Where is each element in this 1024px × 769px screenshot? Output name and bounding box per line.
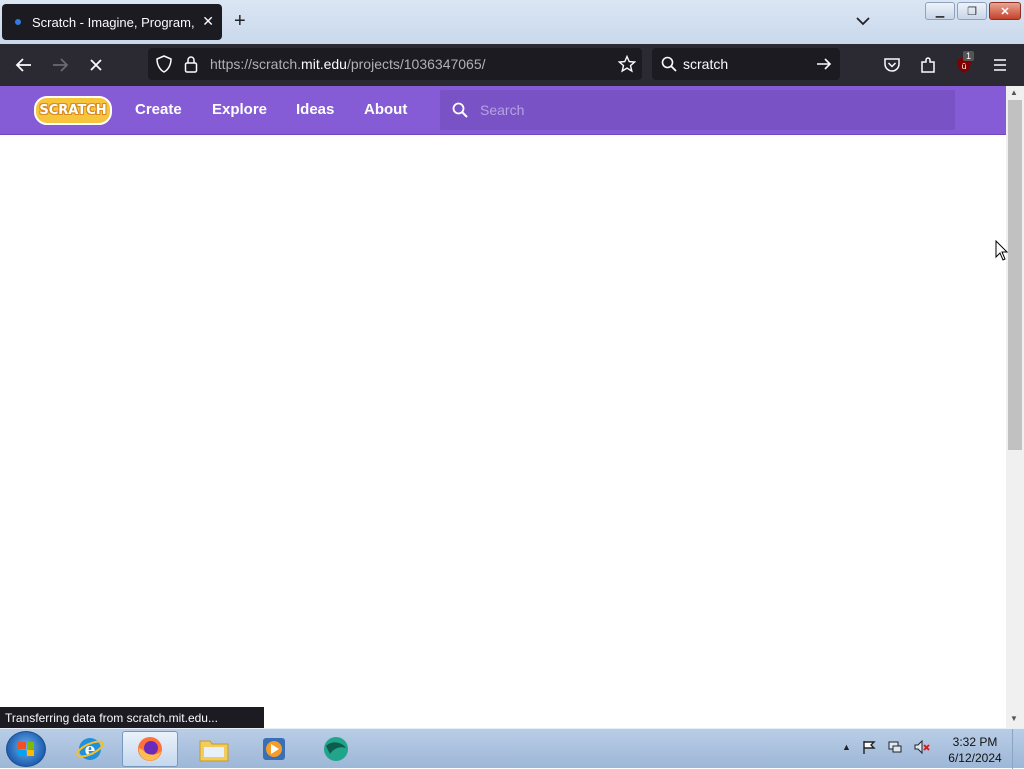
url-bar[interactable]: https://scratch.mit.edu/projects/1036347…	[148, 48, 642, 80]
firefox-icon	[138, 737, 162, 761]
back-arrow-icon	[15, 58, 31, 72]
puzzle-icon	[921, 57, 935, 73]
volume-muted-icon[interactable]	[913, 739, 931, 755]
nav-link-create[interactable]: Create	[135, 101, 182, 118]
taskbar-file-explorer[interactable]	[186, 731, 242, 767]
nav-link-ideas[interactable]: Ideas	[296, 101, 334, 118]
taskbar-clock[interactable]: 3:32 PM 6/12/2024	[944, 734, 1006, 766]
extension-badge: 1	[963, 51, 975, 61]
windows-logo-icon	[18, 742, 34, 756]
stop-loading-button[interactable]	[86, 55, 106, 75]
close-window-button[interactable]: ✕	[989, 2, 1021, 20]
nav-link-explore[interactable]: Explore	[212, 101, 267, 118]
network-icon[interactable]	[887, 739, 903, 755]
nav-link-about[interactable]: About	[364, 101, 407, 118]
bookmark-star-icon[interactable]	[618, 55, 636, 73]
shield-icon[interactable]	[156, 55, 172, 73]
restore-button[interactable]: ❐	[957, 2, 987, 20]
forward-button[interactable]	[50, 55, 70, 75]
hamburger-menu-icon	[994, 59, 1006, 71]
search-icon	[452, 102, 468, 118]
search-bar[interactable]: scratch	[652, 48, 840, 80]
windows-taskbar: e ▲ 3:32 PM 6/12/2024	[0, 728, 1024, 769]
folder-icon	[199, 740, 229, 762]
browser-tab[interactable]: Scratch - Imagine, Program, Share ✕	[2, 4, 222, 40]
browser-title-bar: Scratch - Imagine, Program, Share ✕ + ▁ …	[0, 0, 1024, 44]
start-button[interactable]	[6, 731, 46, 767]
scratch-nav-header: SCRATCH Create Explore Ideas About	[0, 86, 1006, 135]
internet-explorer-icon: e	[76, 738, 104, 760]
list-all-tabs-button[interactable]	[856, 13, 870, 31]
scratch-logo[interactable]: SCRATCH	[34, 96, 112, 125]
menu-button[interactable]	[990, 55, 1010, 75]
scroll-down-arrow-icon[interactable]: ▼	[1010, 714, 1018, 723]
pocket-button[interactable]	[882, 55, 902, 75]
action-center-flag-icon[interactable]	[861, 739, 877, 755]
search-icon	[661, 56, 677, 72]
url-text[interactable]: https://scratch.mit.edu/projects/1036347…	[210, 56, 486, 72]
stop-icon	[90, 59, 102, 71]
svg-text:ū: ū	[961, 62, 966, 71]
go-arrow-icon[interactable]	[816, 57, 832, 71]
scroll-thumb[interactable]	[1008, 100, 1022, 450]
taskbar-media-player[interactable]	[246, 731, 302, 767]
search-bar-value[interactable]: scratch	[683, 56, 728, 72]
show-hidden-icons-button[interactable]: ▲	[842, 742, 851, 752]
tab-close-icon[interactable]: ✕	[202, 13, 214, 30]
scratch-search-box[interactable]	[440, 90, 955, 130]
forward-arrow-icon	[53, 58, 69, 72]
vertical-scrollbar[interactable]: ▲ ▼	[1006, 86, 1024, 728]
media-player-icon	[263, 738, 285, 760]
tab-title: Scratch - Imagine, Program, Share	[32, 14, 196, 30]
tab-favicon-icon	[15, 19, 21, 25]
extensions-button[interactable]	[918, 55, 938, 75]
status-panel: Transferring data from scratch.mit.edu..…	[0, 707, 264, 729]
back-button[interactable]	[14, 55, 34, 75]
scroll-up-arrow-icon[interactable]: ▲	[1010, 88, 1018, 97]
navigation-toolbar: https://scratch.mit.edu/projects/1036347…	[0, 44, 1024, 86]
taskbar-app[interactable]	[308, 731, 364, 767]
clock-time: 3:32 PM	[952, 735, 998, 749]
pocket-icon	[884, 58, 900, 72]
show-desktop-button[interactable]	[1012, 729, 1024, 769]
ublock-extension-button[interactable]: ū 1	[954, 51, 975, 75]
taskbar-internet-explorer[interactable]: e	[62, 731, 118, 767]
chevron-down-icon	[856, 17, 870, 26]
system-tray: ▲	[842, 739, 931, 755]
new-tab-button[interactable]: +	[234, 10, 246, 32]
mouse-cursor-icon	[995, 240, 1009, 261]
minimize-button[interactable]: ▁	[925, 2, 955, 20]
page-content-area	[0, 136, 1006, 728]
app-globe-icon	[324, 737, 348, 761]
clock-date: 6/12/2024	[948, 751, 1002, 765]
scratch-search-input[interactable]	[480, 100, 940, 120]
lock-icon[interactable]	[184, 55, 198, 73]
taskbar-firefox[interactable]	[122, 731, 178, 767]
